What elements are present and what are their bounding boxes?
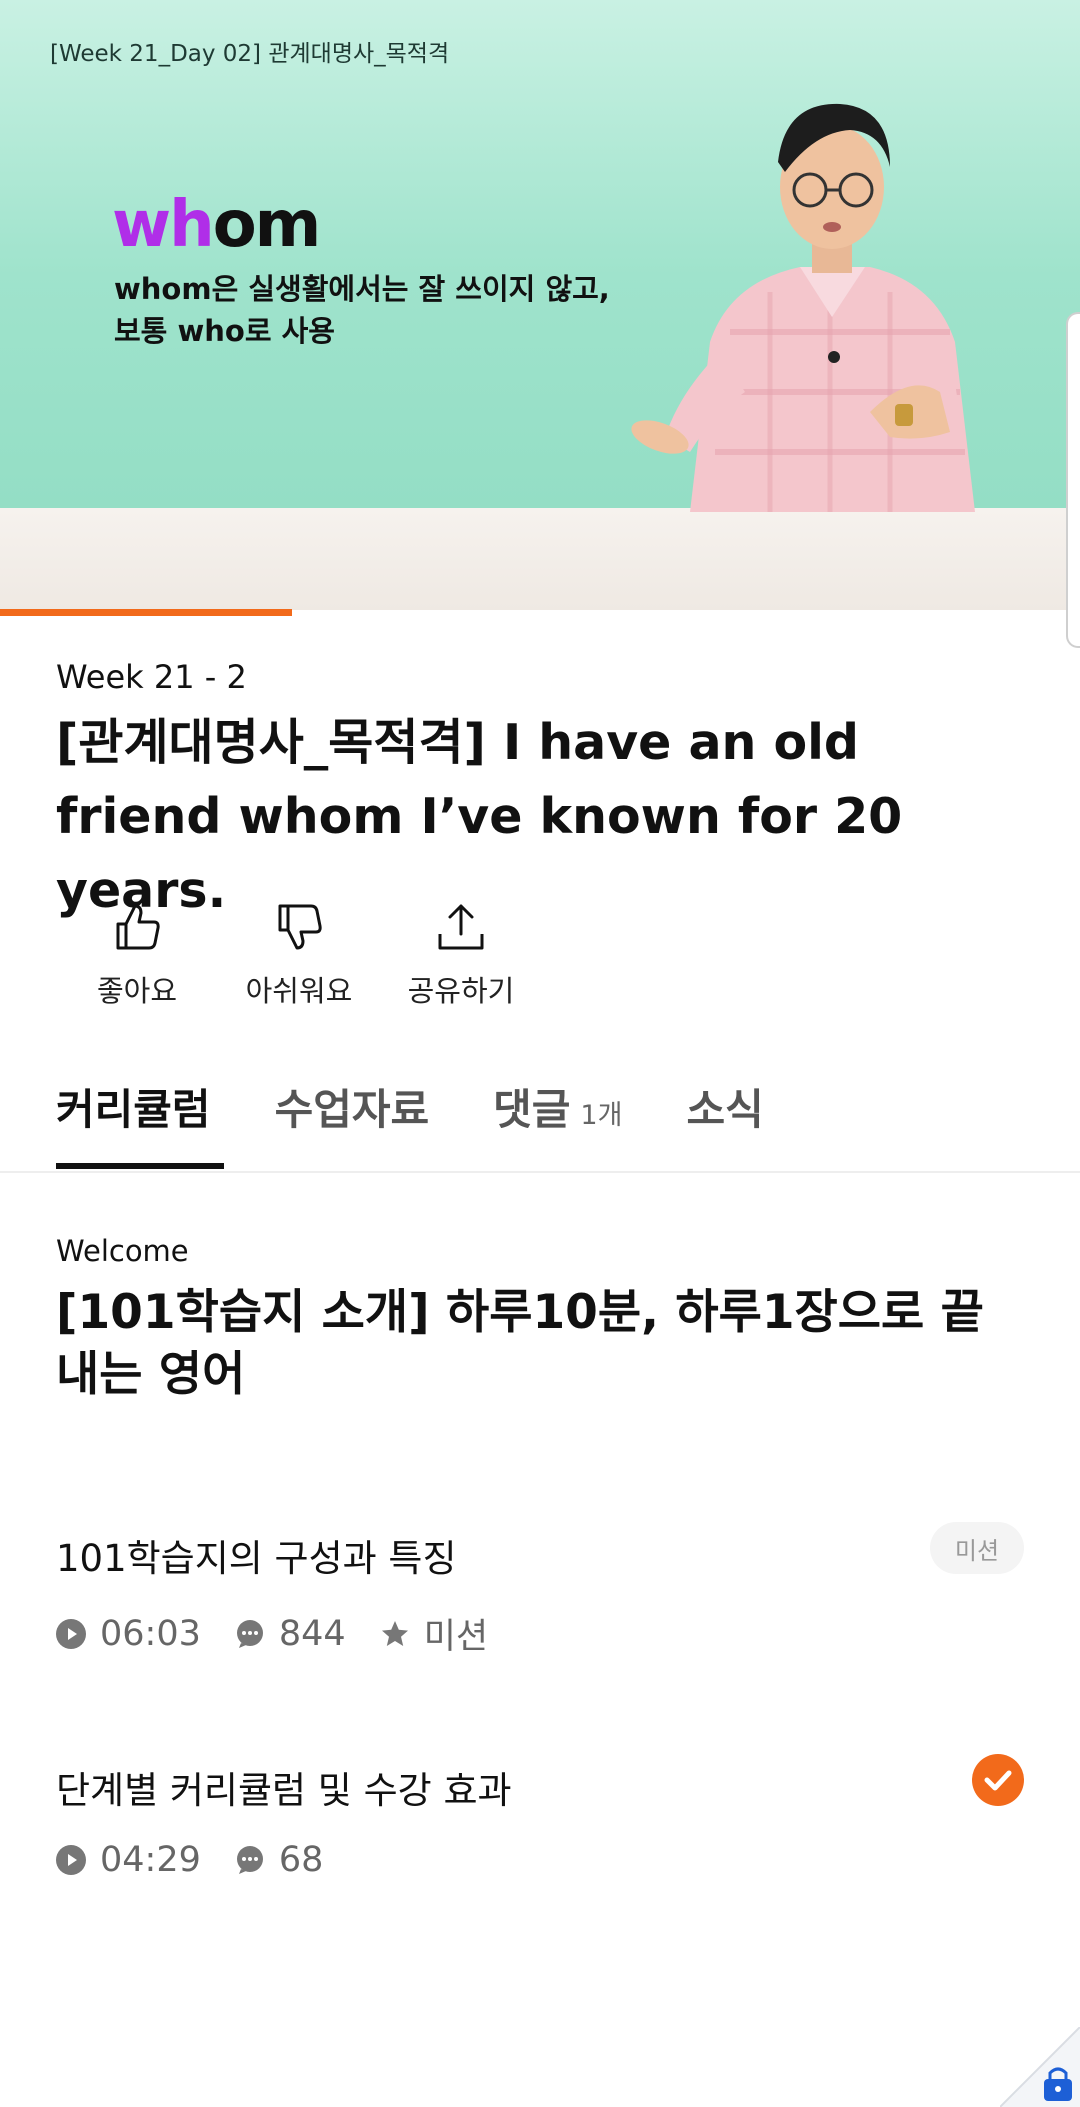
mission-text: 미션 [423, 1617, 489, 1657]
share-label: 공유하기 [407, 974, 515, 1008]
tab-news-label: 소식 [686, 1085, 764, 1134]
tab-comments[interactable]: 댓글 1개 [493, 1076, 622, 1137]
mission-stat: 미션 [380, 1608, 488, 1659]
comment-icon [236, 1846, 263, 1874]
like-label: 좋아요 [96, 974, 178, 1008]
tab-bar: 커리큘럼 수업자료 댓글 1개 소식 [56, 1076, 828, 1137]
action-bar: 좋아요 아쉬워요 공유하기 [56, 900, 542, 1010]
comment-count-text: 844 [278, 1613, 346, 1654]
tab-materials[interactable]: 수업자료 [275, 1076, 430, 1137]
thumbs-down-icon [278, 904, 322, 950]
instructor-image [631, 103, 975, 512]
tab-comments-label: 댓글 [493, 1085, 571, 1134]
video-progress-bar[interactable] [0, 609, 292, 616]
video-caption-line-1: whom은 실생활에서는 잘 쓰이지 않고, [114, 272, 610, 306]
corner-lock-icon[interactable] [1000, 2027, 1080, 2107]
mission-badge: 미션 [930, 1522, 1024, 1574]
video-keyword-highlight: wh [112, 188, 215, 262]
video-desk [0, 508, 1080, 610]
comment-stat: 844 [235, 1614, 346, 1654]
lesson-item-title: 101학습지의 구성과 특징 [56, 1537, 457, 1580]
lesson-item-title: 단계별 커리큘럼 및 수강 효과 [56, 1769, 512, 1812]
video-player[interactable]: [Week 21_Day 02] 관계대명사_목적격 whom whom은 실생… [0, 0, 1080, 610]
lesson-item-meta: 06:03 844 미션 [56, 1608, 1024, 1659]
duration: 04:29 [56, 1840, 201, 1880]
thumbs-up-icon [116, 904, 160, 950]
section-title: [101학습지 소개] 하루10분, 하루1장으로 끝내는 영어 [56, 1285, 984, 1402]
tabs-divider [0, 1171, 1080, 1173]
section-label: Welcome [56, 1234, 189, 1268]
duration: 06:03 [56, 1614, 201, 1654]
completed-check-icon [972, 1754, 1024, 1806]
share-icon [438, 904, 484, 950]
lesson-title: [관계대명사_목적격] I have an old friend whom I’… [56, 714, 903, 919]
comment-stat: 68 [235, 1840, 324, 1880]
comment-icon [236, 1619, 263, 1648]
active-tab-indicator [56, 1163, 224, 1169]
dislike-label: 아쉬워요 [245, 974, 353, 1008]
lesson-week: Week 21 - 2 [56, 658, 247, 696]
comment-count: 1개 [580, 1100, 623, 1131]
video-keyword: whom [112, 188, 322, 262]
video-caption-line-2: 보통 who로 사용 [114, 314, 335, 348]
video-title: [Week 21_Day 02] 관계대명사_목적격 [50, 41, 450, 67]
lesson-item-meta: 04:29 68 [56, 1840, 1024, 1880]
tab-curriculum[interactable]: 커리큘럼 [56, 1076, 211, 1137]
lesson-item[interactable]: 101학습지의 구성과 특징 06:03 844 미션 미션 [56, 1522, 1024, 1659]
tab-curriculum-label: 커리큘럼 [56, 1085, 211, 1134]
tab-materials-label: 수업자료 [274, 1085, 430, 1134]
play-icon [56, 1618, 86, 1649]
comment-count-text: 68 [278, 1840, 324, 1880]
duration-text: 06:03 [100, 1613, 201, 1654]
dislike-button[interactable]: 아쉬워요 [218, 900, 380, 1010]
duration-text: 04:29 [100, 1840, 201, 1880]
play-icon [56, 1845, 86, 1875]
tab-news[interactable]: 소식 [686, 1076, 763, 1137]
lesson-item[interactable]: 단계별 커리큘럼 및 수강 효과 04:29 68 [56, 1754, 1024, 1880]
side-scroll-handle[interactable] [1066, 312, 1080, 648]
like-button[interactable]: 좋아요 [56, 900, 218, 1010]
video-keyword-rest: om [212, 188, 322, 262]
star-icon [381, 1620, 408, 1646]
share-button[interactable]: 공유하기 [380, 900, 542, 1010]
